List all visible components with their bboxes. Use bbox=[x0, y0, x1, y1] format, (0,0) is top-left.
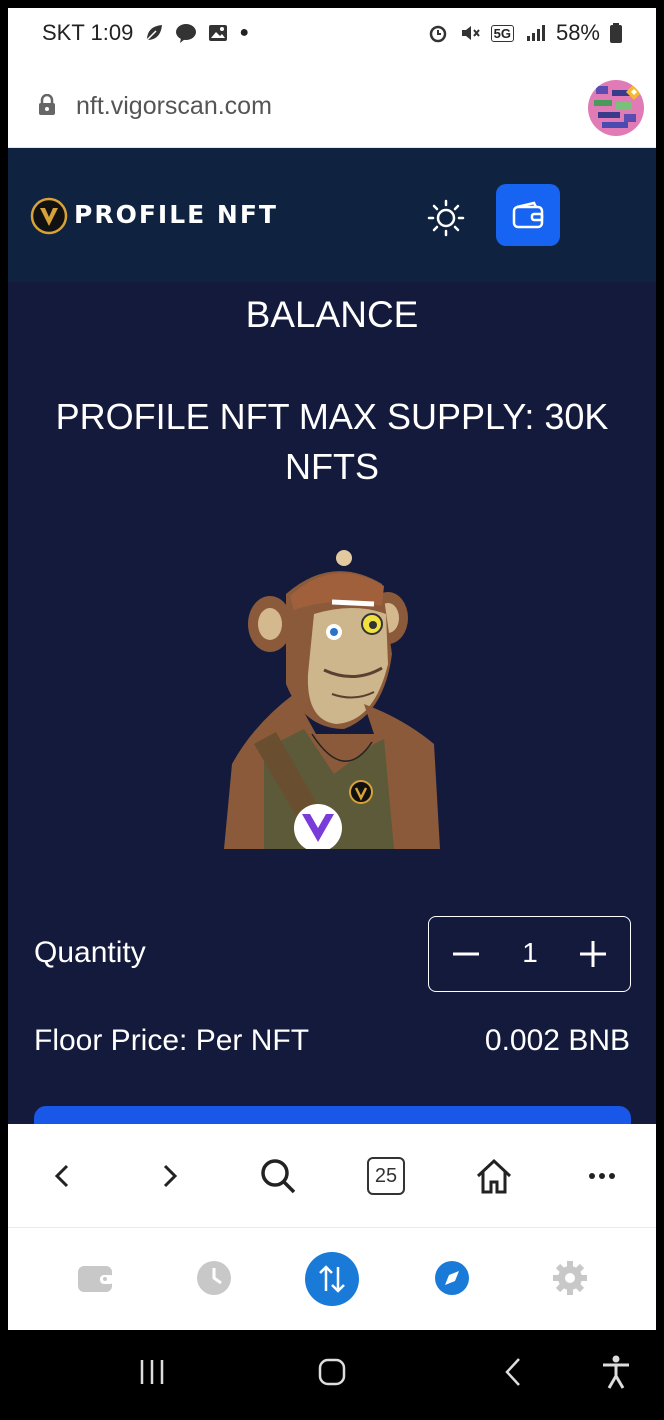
swap-button[interactable] bbox=[305, 1252, 359, 1306]
search-icon bbox=[261, 1159, 296, 1194]
balance-heading: BALANCE bbox=[245, 294, 419, 335]
sun-icon[interactable] bbox=[426, 198, 466, 238]
brand-name[interactable]: PROFILE NFT bbox=[74, 200, 278, 229]
lock-icon bbox=[39, 94, 55, 115]
back-nav-icon[interactable] bbox=[494, 1352, 534, 1392]
accessibility-icon[interactable] bbox=[596, 1352, 636, 1392]
phone-screen: SKT 1:09 ● 5G 58% nft.vigorscan.com PROF… bbox=[8, 8, 656, 1412]
back-button[interactable] bbox=[40, 1154, 84, 1198]
app-bottom-nav bbox=[8, 1228, 656, 1330]
status-bar: SKT 1:09 ● 5G 58% bbox=[8, 8, 656, 58]
recent-apps-icon[interactable] bbox=[132, 1352, 172, 1392]
talk-icon bbox=[176, 24, 197, 43]
floor-price-label: Floor Price: Per NFT bbox=[34, 1024, 310, 1057]
battery-percent: 58% bbox=[555, 20, 600, 45]
home-icon bbox=[476, 1158, 512, 1194]
url-text[interactable]: nft.vigorscan.com bbox=[76, 92, 272, 121]
tabs-button[interactable]: 25 bbox=[364, 1154, 408, 1198]
leaf-icon bbox=[146, 25, 163, 41]
quantity-stepper: 1 bbox=[428, 916, 631, 992]
home-button[interactable] bbox=[472, 1154, 516, 1198]
mute-icon bbox=[461, 26, 480, 40]
chevron-left-icon bbox=[54, 1164, 69, 1188]
home-nav-icon[interactable] bbox=[312, 1352, 352, 1392]
search-button[interactable] bbox=[256, 1154, 300, 1198]
forward-button[interactable] bbox=[148, 1154, 192, 1198]
menu-button[interactable] bbox=[580, 1154, 624, 1198]
status-left: SKT 1:09 ● bbox=[42, 20, 249, 46]
tab-count: 25 bbox=[367, 1157, 405, 1195]
address-bar[interactable]: nft.vigorscan.com bbox=[8, 58, 656, 148]
network-label: 5G bbox=[490, 24, 514, 42]
floor-price-value: 0.002 BNB bbox=[484, 1024, 630, 1057]
gallery-icon bbox=[209, 25, 228, 41]
avatar[interactable] bbox=[588, 80, 644, 136]
nft-ape-image bbox=[224, 550, 440, 849]
plus-icon[interactable] bbox=[574, 935, 612, 973]
battery-icon bbox=[610, 23, 622, 43]
pixel-avatar-icon bbox=[588, 80, 644, 136]
supply-heading: PROFILE NFT MAX SUPPLY: 30K NFTS bbox=[55, 396, 609, 487]
settings-gear-icon[interactable] bbox=[548, 1256, 592, 1300]
history-icon[interactable] bbox=[192, 1256, 236, 1300]
browser-toolbar: 25 bbox=[8, 1124, 656, 1228]
wallet-nav-icon[interactable] bbox=[74, 1256, 118, 1300]
swap-arrows-icon bbox=[319, 1265, 345, 1293]
signal-icon bbox=[526, 25, 545, 41]
android-nav-bar bbox=[8, 1330, 656, 1412]
chevron-right-icon bbox=[163, 1164, 178, 1188]
carrier-time: SKT 1:09 bbox=[42, 20, 134, 45]
dot-icon: ● bbox=[239, 24, 249, 41]
wallet-icon bbox=[512, 201, 544, 229]
browser-compass-icon[interactable] bbox=[430, 1256, 474, 1300]
vigor-logo-icon[interactable] bbox=[30, 197, 68, 235]
status-right: 5G 58% bbox=[427, 20, 622, 46]
alarm-icon bbox=[429, 25, 446, 43]
minus-icon[interactable] bbox=[447, 935, 485, 973]
connect-wallet-button[interactable] bbox=[496, 184, 560, 246]
quantity-value[interactable]: 1 bbox=[515, 937, 545, 969]
quantity-label: Quantity bbox=[34, 936, 146, 969]
site-header: PROFILE NFT bbox=[8, 148, 656, 282]
more-icon bbox=[589, 1173, 615, 1179]
